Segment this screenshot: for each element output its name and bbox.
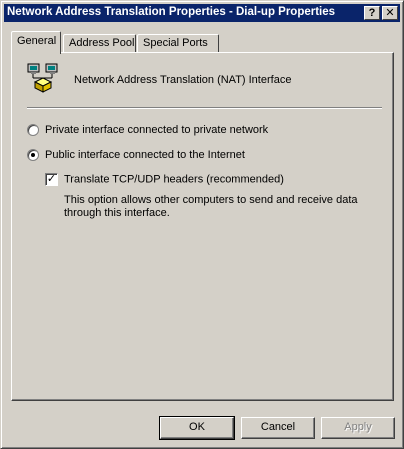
translate-headers-label[interactable]: Translate TCP/UDP headers (recommended) bbox=[64, 174, 284, 186]
tab-special-ports[interactable]: Special Ports bbox=[137, 34, 219, 52]
close-button[interactable]: ✕ bbox=[382, 6, 398, 20]
public-interface-label[interactable]: Public interface connected to the Intern… bbox=[45, 149, 245, 161]
nat-interface-label: Network Address Translation (NAT) Interf… bbox=[74, 74, 292, 86]
cancel-button[interactable]: Cancel bbox=[241, 417, 315, 439]
private-interface-label[interactable]: Private interface connected to private n… bbox=[45, 124, 268, 136]
public-interface-option[interactable]: Public interface connected to the Intern… bbox=[27, 149, 245, 162]
help-button[interactable]: ? bbox=[364, 6, 380, 20]
private-interface-option[interactable]: Private interface connected to private n… bbox=[27, 124, 268, 137]
properties-dialog: Network Address Translation Properties -… bbox=[0, 0, 404, 449]
apply-button: Apply bbox=[321, 417, 395, 439]
public-interface-radio[interactable] bbox=[27, 149, 39, 162]
private-interface-radio[interactable] bbox=[27, 124, 39, 137]
tab-general[interactable]: General bbox=[11, 31, 61, 54]
window-title: Network Address Translation Properties -… bbox=[7, 6, 336, 18]
translate-description: This option allows other computers to se… bbox=[64, 194, 358, 219]
translate-headers-checkbox[interactable]: ✓ bbox=[45, 173, 58, 186]
general-tab-panel: Network Address Translation (NAT) Interf… bbox=[11, 52, 394, 401]
tab-address-pool[interactable]: Address Pool bbox=[63, 34, 136, 52]
ok-button[interactable]: OK bbox=[159, 416, 235, 440]
separator bbox=[27, 107, 382, 109]
translate-headers-option[interactable]: ✓ Translate TCP/UDP headers (recommended) bbox=[45, 173, 284, 186]
network-computers-icon bbox=[27, 63, 58, 93]
title-bar[interactable]: Network Address Translation Properties -… bbox=[4, 4, 400, 22]
